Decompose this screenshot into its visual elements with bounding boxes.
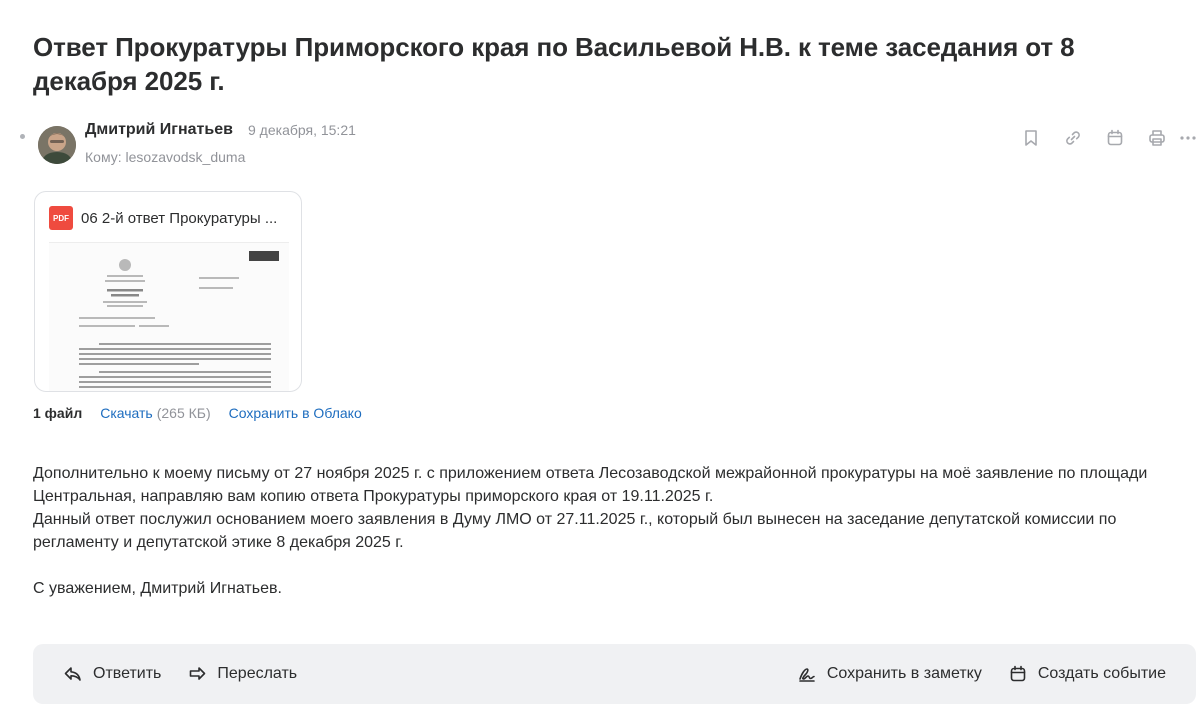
copy-link-button[interactable] [1052, 126, 1094, 150]
pdf-icon: PDF [49, 206, 73, 230]
print-button[interactable] [1136, 126, 1178, 150]
recipient-line: Кому: lesozavodsk_duma [85, 149, 245, 165]
sender-name[interactable]: Дмитрий Игнатьев [85, 121, 233, 139]
to-label: Кому: [85, 149, 122, 165]
document-thumbnail-icon [49, 243, 289, 391]
save-to-cloud-link[interactable]: Сохранить в Облако [229, 405, 362, 421]
attachment-count: 1 файл [33, 405, 83, 421]
forward-icon [190, 667, 206, 680]
avatar[interactable] [38, 126, 76, 164]
to-address[interactable]: lesozavodsk_duma [126, 149, 246, 165]
body-paragraph-1: Дополнительно к моему письму от 27 ноябр… [33, 465, 1148, 505]
email-date: 9 декабря, 15:21 [248, 122, 356, 138]
message-actions [1010, 126, 1200, 150]
save-to-note-button[interactable]: Сохранить в заметку [797, 664, 982, 684]
download-link[interactable]: Скачать [100, 405, 153, 421]
body-paragraph-2: Данный ответ послужил основанием моего з… [33, 511, 1117, 551]
calendar-event-icon [1010, 665, 1026, 682]
more-icon [1180, 136, 1196, 140]
forward-button[interactable]: Переслать [187, 664, 297, 684]
add-to-calendar-button[interactable] [1094, 126, 1136, 150]
reply-label: Ответить [93, 665, 162, 682]
bookmark-icon [1025, 130, 1037, 146]
attachment-card[interactable]: PDF 06 2-й ответ Прокуратуры ... [34, 191, 302, 392]
reply-button[interactable]: Ответить [63, 664, 161, 684]
note-icon [799, 668, 815, 682]
create-event-button[interactable]: Создать событие [1008, 664, 1166, 684]
attachment-preview[interactable] [49, 242, 289, 391]
attachment-name: 06 2-й ответ Прокуратуры ... [81, 210, 278, 227]
reply-icon [64, 667, 81, 681]
print-icon [1149, 130, 1165, 146]
email-body: Дополнительно к моему письму от 27 ноябр… [33, 462, 1198, 600]
save-to-note-label: Сохранить в заметку [826, 665, 982, 682]
email-subject: Ответ Прокуратуры Приморского края по Ва… [33, 32, 1075, 96]
calendar-icon [1107, 129, 1123, 146]
body-signature: С уважением, Дмитрий Игнатьев. [33, 580, 282, 597]
create-event-label: Создать событие [1037, 665, 1166, 682]
more-button[interactable] [1178, 126, 1200, 150]
unread-dot[interactable] [20, 134, 25, 139]
attachment-size: (265 КБ) [156, 405, 211, 421]
avatar-photo-icon [38, 126, 76, 164]
bookmark-button[interactable] [1010, 126, 1052, 150]
link-icon [1066, 131, 1080, 145]
forward-label: Переслать [217, 665, 298, 682]
reply-toolbar: Ответить Переслать Сохранить в заметку С… [33, 644, 1196, 704]
attachment-meta: 1 файл Скачать (265 КБ) Сохранить в Обла… [33, 405, 362, 421]
